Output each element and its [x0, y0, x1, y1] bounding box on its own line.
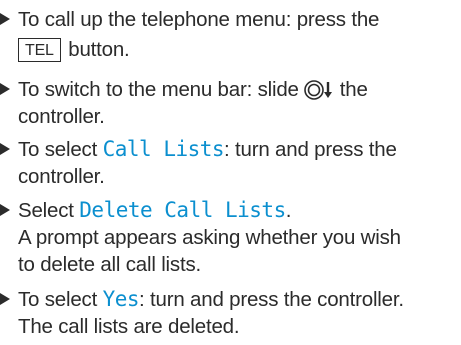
step-2-line-1: To switch to the menu bar: slide the — [18, 78, 368, 101]
bullet-arrow-icon — [0, 83, 10, 95]
bullet-arrow-icon — [0, 13, 10, 25]
step-4-line-3: to delete all call lists. — [18, 253, 202, 276]
bullet-arrow-icon — [0, 293, 10, 305]
step-1-line-2: TEL button. — [18, 36, 130, 63]
step-2-line-2: controller. — [18, 105, 105, 128]
step-4-line-1: Select Delete Call Lists. — [18, 198, 292, 222]
step-5-line-2: The call lists are deleted. — [18, 315, 240, 338]
bullet-arrow-icon — [0, 204, 10, 216]
step-4-line-2: A prompt appears asking whether you wish — [18, 226, 401, 249]
bullet-arrow-icon — [0, 143, 10, 155]
yes-term: Yes — [102, 287, 140, 311]
step-1-line-1: To call up the telephone menu: press the — [18, 8, 380, 31]
instruction-list: To call up the telephone menu: press the… — [0, 0, 461, 345]
call-lists-term: Call Lists — [102, 137, 225, 161]
step-5-line-1: To select Yes: turn and press the contro… — [18, 287, 404, 311]
step-3-line-1: To select Call Lists: turn and press the — [18, 137, 397, 161]
step-3-line-2: controller. — [18, 165, 105, 188]
controller-slide-down-icon — [304, 79, 334, 100]
tel-key: TEL — [18, 38, 61, 62]
delete-call-lists-term: Delete Call Lists — [79, 198, 286, 222]
